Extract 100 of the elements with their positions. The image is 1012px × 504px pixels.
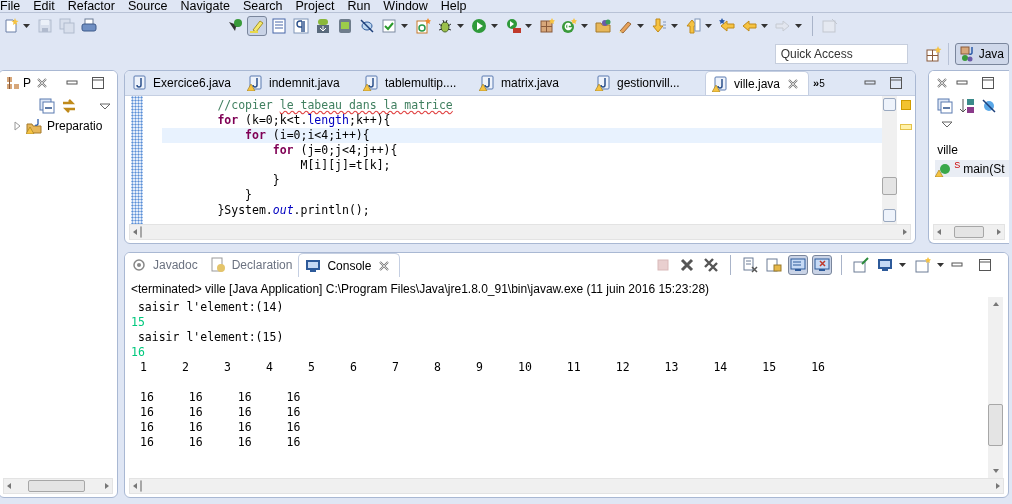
maximize-icon[interactable] <box>889 76 904 90</box>
menu-item[interactable]: Navigate <box>180 0 236 12</box>
menu-item[interactable]: Run <box>347 0 377 12</box>
close-icon[interactable] <box>377 258 392 273</box>
console-value: 14 <box>713 360 728 375</box>
dropdown-caret-icon[interactable] <box>704 21 713 31</box>
remove-icon[interactable] <box>679 257 695 273</box>
vertical-scrollbar[interactable] <box>988 297 1003 478</box>
horizontal-scrollbar[interactable] <box>3 478 113 494</box>
editor-tab[interactable]: gestionvill... <box>589 71 705 95</box>
horizontal-scrollbar[interactable] <box>129 478 1004 494</box>
pin-icon[interactable] <box>853 257 869 273</box>
menu-item[interactable]: Refactor <box>67 0 121 12</box>
console-view-tab[interactable]: Console <box>298 253 401 277</box>
editor-tab[interactable]: ville.java <box>705 71 810 95</box>
close-icon[interactable] <box>786 76 801 91</box>
open-perspective-icon[interactable] <box>925 46 942 62</box>
console-value: 10 <box>518 360 532 375</box>
folder-icon[interactable] <box>595 18 611 34</box>
maximize-icon[interactable] <box>981 76 996 90</box>
vertical-scrollbar[interactable] <box>882 96 898 224</box>
menu-item[interactable]: Project <box>295 0 341 12</box>
tree-item-label[interactable]: Preparatio <box>47 119 103 133</box>
maximize-icon[interactable] <box>978 258 992 272</box>
horizontal-scrollbar[interactable] <box>933 224 1005 240</box>
collapse-all-icon[interactable] <box>39 98 55 114</box>
scrollbar-thumb[interactable] <box>988 404 1003 446</box>
menu-item[interactable]: File <box>0 0 27 12</box>
console-value: 8 <box>434 360 441 375</box>
dropdown-caret-icon[interactable] <box>760 21 769 31</box>
collapsed-arrow-icon[interactable] <box>13 121 23 131</box>
menu-item[interactable]: Window <box>383 0 434 12</box>
dropdown-caret-icon[interactable] <box>22 21 31 31</box>
view-menu-icon[interactable] <box>99 102 111 110</box>
dropdown-caret-icon[interactable] <box>456 21 465 31</box>
java-file-icon <box>595 75 611 91</box>
checkbox-icon[interactable] <box>381 18 397 34</box>
close-icon[interactable] <box>35 76 49 90</box>
dropdown-caret-icon[interactable] <box>490 21 499 31</box>
new-class-icon[interactable] <box>415 18 431 34</box>
view-tab-label[interactable]: P <box>23 76 31 90</box>
back-star-icon[interactable] <box>719 18 735 34</box>
console-output-toggle[interactable] <box>788 255 808 275</box>
editor-tab[interactable]: matrix.java <box>473 71 589 95</box>
dropdown-caret-icon[interactable] <box>524 21 533 31</box>
scroll-lock-icon[interactable] <box>766 257 782 273</box>
quick-access-field[interactable]: Quick Access <box>774 44 908 64</box>
run-icon[interactable] <box>471 18 487 34</box>
console-view-tab[interactable]: Javadoc <box>125 253 204 277</box>
java-perspective-button[interactable]: Java <box>954 43 1009 65</box>
scroll-down-button[interactable] <box>883 209 897 222</box>
editor-tab[interactable]: indemnit.java <box>241 71 357 95</box>
android-device-icon[interactable] <box>337 18 353 34</box>
clear-console-icon[interactable] <box>742 257 758 273</box>
editor-tab[interactable]: tablemultip.... <box>357 71 473 95</box>
crossed-eye-icon[interactable] <box>359 18 375 34</box>
menu-item[interactable]: Source <box>127 0 174 12</box>
code-editor[interactable]: //copier le tabeau dans la matrice for (k=0;k<t.length;k++){ for (i=0;i<4;i++){ for (j=0;j<4;j++){ M[i][j]=t[k]; } } }System.out.println(); <box>143 96 883 224</box>
dropdown-caret-icon[interactable] <box>580 21 589 31</box>
android-download-icon[interactable] <box>315 18 331 34</box>
menu-item[interactable]: Edit <box>33 0 61 12</box>
bug-icon[interactable] <box>437 18 453 34</box>
scrollbar-thumb[interactable] <box>882 177 898 195</box>
dropdown-caret-icon[interactable] <box>898 260 907 270</box>
scroll-up-button[interactable] <box>883 98 897 111</box>
document-icon[interactable] <box>271 18 287 34</box>
highlighter-toggle[interactable] <box>247 16 267 36</box>
close-icon[interactable] <box>935 76 950 90</box>
collapse-all-icon[interactable] <box>937 98 954 114</box>
monitor-icon[interactable] <box>877 257 893 273</box>
console-value: 9 <box>476 360 483 375</box>
console-status-text: <terminated> ville [Java Application] C:\Program Files\Java\jre1.8.0_91\bin\javaw.exe (11 juin 2016 15:23:28) <box>130 281 711 297</box>
printer-icon[interactable] <box>81 18 97 34</box>
pilcrow-icon[interactable] <box>293 18 309 34</box>
console-view-tab[interactable]: Declaration <box>203 253 299 277</box>
view-menu-icon[interactable] <box>941 120 954 128</box>
dropdown-caret-icon[interactable] <box>670 21 679 31</box>
outline-item[interactable]: $^{S}$ main(St <box>935 160 1009 177</box>
remove-all-icon[interactable] <box>703 257 719 273</box>
menu-item[interactable]: Search <box>242 0 289 12</box>
dropdown-caret-icon[interactable] <box>936 260 945 270</box>
link-editor-icon[interactable] <box>61 98 77 114</box>
package-icon <box>5 75 19 91</box>
hide-fields-icon[interactable] <box>981 98 998 114</box>
run-toolbox-icon[interactable] <box>505 18 521 34</box>
dropdown-caret-icon[interactable] <box>400 21 409 31</box>
dropdown-caret-icon[interactable] <box>636 21 645 31</box>
sort-icon[interactable] <box>959 98 976 114</box>
console-value: 2 <box>182 360 189 375</box>
console-output-line: saisir l'element:(15) <box>136 330 285 345</box>
editor-tab[interactable]: Exercice6.java <box>125 71 241 95</box>
warning-marker[interactable] <box>901 100 912 110</box>
occurrence-marker[interactable] <box>900 124 913 130</box>
maximize-icon[interactable] <box>91 76 105 90</box>
console-value: 16 <box>286 390 301 405</box>
grid-star-icon[interactable] <box>539 18 555 34</box>
menu-item[interactable]: Help <box>440 0 473 12</box>
console-error-toggle[interactable] <box>812 255 832 275</box>
console-value: 16 <box>188 435 203 450</box>
horizontal-scrollbar[interactable] <box>129 224 912 240</box>
